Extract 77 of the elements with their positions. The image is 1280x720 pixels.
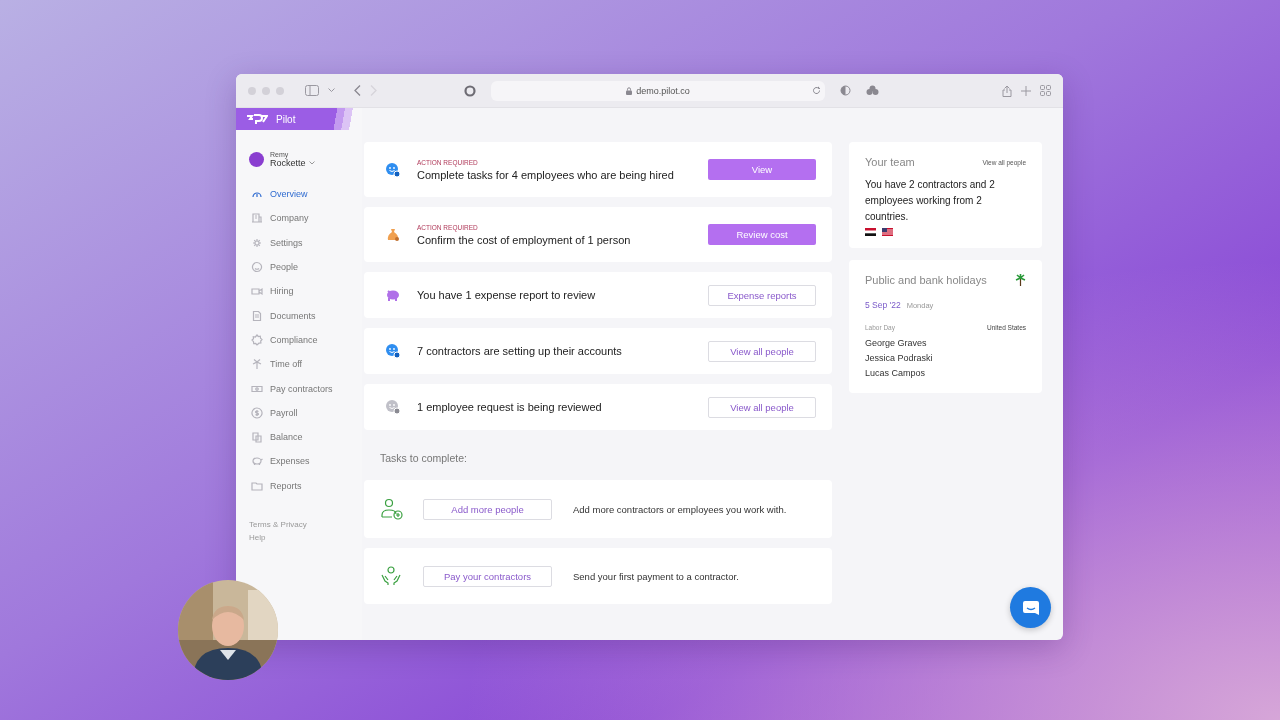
half-circle-icon[interactable] [840, 85, 851, 96]
camera-icon [251, 285, 263, 298]
gear-icon [251, 236, 263, 249]
footer-link[interactable]: Terms & Privacy [249, 519, 362, 529]
avatar[interactable] [249, 152, 264, 167]
alert-message: Confirm the cost of employment of 1 person [417, 233, 632, 246]
back-icon[interactable] [354, 85, 361, 96]
alert-message: 7 contractors are setting up their accounts [417, 345, 623, 357]
nav-item[interactable]: Settings [270, 237, 303, 248]
folder-icon [251, 479, 263, 492]
face-icon [385, 399, 401, 415]
person-name: George Graves [865, 337, 928, 350]
person-name: Jessica Podraski [865, 352, 934, 365]
action-button[interactable]: Review cost [708, 224, 816, 245]
flag-icon [865, 228, 876, 236]
money-bag-icon [385, 226, 401, 243]
nav-item[interactable]: Documents [270, 310, 316, 321]
nav-item[interactable]: Company [270, 213, 309, 224]
holiday-date: 5 Sep '22 [865, 300, 901, 310]
nav-item[interactable]: Compliance [270, 334, 318, 345]
footer-link[interactable]: Help [249, 532, 362, 542]
chevron-down-icon[interactable] [328, 88, 335, 93]
face-icon [385, 161, 401, 178]
tabs-grid-icon[interactable] [1040, 85, 1051, 96]
nav-item[interactable]: Balance [270, 432, 303, 443]
action-button[interactable]: View [708, 159, 816, 180]
dollar-icon [251, 406, 263, 419]
nav-item[interactable]: Time off [270, 359, 302, 370]
nav-item[interactable]: Payroll [270, 407, 298, 418]
card-title: Public and bank holidays [865, 274, 987, 286]
nav-item[interactable]: People [270, 262, 299, 273]
palm-tree-icon [1015, 274, 1026, 286]
lock-icon [626, 86, 633, 95]
action-button[interactable]: View all people [708, 396, 816, 418]
share-icon[interactable] [1002, 84, 1012, 97]
stack-icon [251, 431, 263, 444]
action-button[interactable]: View all people [708, 340, 816, 362]
building-icon [251, 212, 263, 225]
sidebar-toggle-icon[interactable] [305, 85, 319, 96]
face-icon [385, 343, 401, 359]
nav-item[interactable]: Hiring [270, 286, 294, 297]
nav-item[interactable]: Reports [270, 480, 302, 491]
task-description: Add more contractors or employees you work with. [573, 503, 787, 515]
task-description: Send your first payment to a contractor. [573, 570, 739, 582]
address-bar[interactable]: demo.pilot.co [491, 80, 825, 101]
person-name: Lucas Campos [865, 367, 927, 380]
task-button[interactable]: Pay your contractors [423, 565, 552, 587]
card-title: Your team [865, 156, 915, 168]
nav-item[interactable]: Overview [270, 189, 308, 200]
action-button[interactable]: Expense reports [708, 284, 816, 306]
plus-icon[interactable] [1021, 85, 1031, 96]
circle-icon[interactable] [464, 84, 476, 97]
alert-message: You have 1 expense report to review [417, 289, 597, 301]
face-icon [251, 261, 263, 274]
task-button[interactable]: Add more people [423, 498, 552, 520]
hands-coin-icon [380, 566, 402, 586]
nav-item[interactable]: Pay contractors [270, 383, 333, 394]
piggy-icon [251, 455, 263, 468]
cloud-icon[interactable] [866, 85, 879, 96]
section-heading: Tasks to complete: [379, 451, 468, 466]
alert-message: Complete tasks for 4 employees who are being hired [417, 168, 675, 181]
team-summary: You have 2 contractors and 2 employees working from 2 countries. [865, 178, 996, 224]
logo-icon [246, 113, 268, 125]
badge-icon [251, 333, 263, 346]
brand-name: Pilot [276, 113, 296, 125]
add-person-icon [380, 498, 404, 520]
user-name-menu[interactable]: Rockette [270, 158, 306, 168]
alert-message: 1 employee request is being reviewed [417, 401, 603, 413]
nav-item[interactable]: Expenses [270, 456, 310, 467]
piggy-bank-icon [385, 288, 401, 302]
chat-icon [1021, 599, 1040, 616]
reload-icon[interactable] [812, 85, 821, 95]
url-text: demo.pilot.co [636, 85, 690, 96]
document-icon [251, 309, 263, 322]
flag-icon [882, 228, 893, 236]
chevron-down-icon[interactable] [308, 161, 315, 165]
palm-icon [251, 358, 263, 371]
